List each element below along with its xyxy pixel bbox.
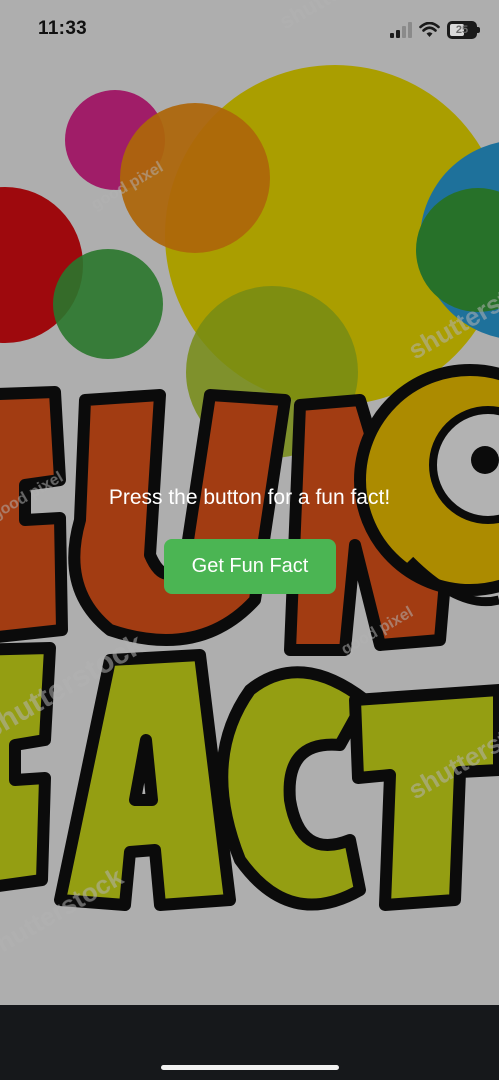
wifi-icon: [419, 22, 440, 37]
bottom-bar: [0, 1005, 499, 1080]
status-indicators: 25: [390, 20, 480, 40]
app-screen: good pixel good pixel good pixel shutter…: [0, 0, 499, 1005]
home-indicator[interactable]: [161, 1065, 339, 1070]
status-time: 11:33: [38, 18, 88, 39]
battery-level: 25: [455, 24, 469, 36]
signal-icon: [390, 22, 412, 38]
status-bar: 11:33 25: [0, 0, 499, 60]
battery-icon: 25: [447, 21, 480, 39]
get-fun-fact-button[interactable]: Get Fun Fact: [164, 539, 336, 594]
fun-fact-prompt: Press the button for a fun fact!: [108, 486, 391, 509]
